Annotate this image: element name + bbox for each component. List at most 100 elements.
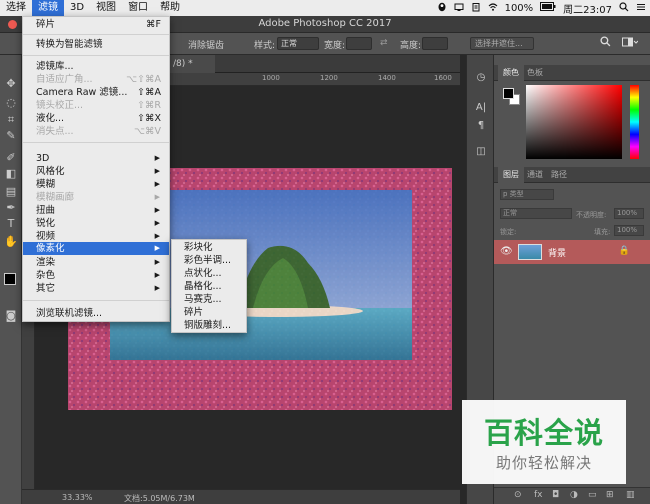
document-tab[interactable]: /8) * xyxy=(170,55,215,73)
paragraph-icon[interactable]: ¶ xyxy=(474,119,488,133)
submenu-item-mezzotint[interactable]: 铜版雕刻... xyxy=(172,319,246,332)
battery-icon[interactable] xyxy=(540,2,556,14)
submenu-item-fragment[interactable]: 碎片 xyxy=(172,306,246,319)
adjustment-icon[interactable]: ◑ xyxy=(570,490,578,500)
qq-icon[interactable] xyxy=(437,2,447,15)
lasso-tool-icon[interactable]: ◌ xyxy=(4,96,18,110)
submenu-item-mosaic[interactable]: 马赛克... xyxy=(172,293,246,306)
fill-input[interactable]: 100% xyxy=(614,225,644,236)
battery-percent: 100% xyxy=(504,2,534,14)
eyedropper-tool-icon[interactable]: ✎ xyxy=(4,129,18,143)
menu-item-browse-online-filters[interactable]: 浏览联机滤镜... xyxy=(23,307,169,320)
foreground-color-swatch[interactable] xyxy=(4,273,16,285)
group-icon[interactable]: ▭ xyxy=(588,490,597,500)
quick-mask-icon[interactable]: ◙ xyxy=(4,309,18,323)
menu-item-sharpen[interactable]: 锐化 ▶ xyxy=(23,217,169,230)
menu-item-label: 模糊 xyxy=(36,179,56,190)
menu-item-label: 液化... xyxy=(36,113,65,124)
tab-swatches[interactable]: 色板 xyxy=(522,65,548,81)
opacity-label: 不透明度: xyxy=(576,211,607,219)
width-input[interactable] xyxy=(346,37,372,50)
wifi-icon[interactable] xyxy=(488,2,498,15)
menu-item-distort[interactable]: 扭曲 ▶ xyxy=(23,204,169,217)
menu-item-blur[interactable]: 模糊 ▶ xyxy=(23,178,169,191)
menu-item-pixelate[interactable]: 像素化 ▶ xyxy=(23,242,169,255)
height-input[interactable] xyxy=(422,37,448,50)
submenu-item-pointillize[interactable]: 点状化... xyxy=(172,267,246,280)
tab-layers[interactable]: 图层 xyxy=(498,167,524,183)
submenu-arrow-icon: ▶ xyxy=(154,244,160,252)
brush-tool-icon[interactable]: ✐ xyxy=(4,151,18,165)
link-layers-icon[interactable]: ⊙ xyxy=(514,490,522,500)
move-tool-icon[interactable]: ✥ xyxy=(4,77,18,91)
antialias-checkbox-label[interactable]: 消除锯齿 xyxy=(188,38,224,51)
submenu-item-color-halftone[interactable]: 彩色半调... xyxy=(172,254,246,267)
mac-menu-bar: 选择 滤镜 3D 视图 窗口 帮助 100% 周二23:07 xyxy=(0,0,650,16)
fill-label: 填充: xyxy=(594,228,611,236)
menu-view[interactable]: 视图 xyxy=(90,0,122,16)
layer-row[interactable]: 👁 背景 🔒 xyxy=(494,240,650,264)
tab-channels[interactable]: 通道 xyxy=(522,167,548,183)
layer-name[interactable]: 背景 xyxy=(548,246,566,259)
clipboard-icon[interactable] xyxy=(471,2,481,15)
menu-3d[interactable]: 3D xyxy=(64,0,90,16)
menu-select[interactable]: 选择 xyxy=(0,0,32,16)
style-label: 样式: xyxy=(254,41,276,51)
fx-icon[interactable]: fx xyxy=(534,490,543,500)
menu-item-other[interactable]: 其它 ▶ xyxy=(23,282,169,295)
layer-kind-filter[interactable]: p 类型 xyxy=(500,189,554,200)
menu-separator xyxy=(23,55,169,56)
menu-item-render[interactable]: 渲染 ▶ xyxy=(23,256,169,269)
trash-icon[interactable]: ▥ xyxy=(626,490,635,500)
menu-item-adaptive-wide-angle: 自适应广角... ⌥⇧⌘A xyxy=(23,73,169,86)
opacity-input[interactable]: 100% xyxy=(614,208,644,219)
hand-tool-icon[interactable]: ✋ xyxy=(4,235,18,249)
menu-item-filter-gallery[interactable]: 滤镜库... xyxy=(23,60,169,73)
swap-icon[interactable]: ⇄ xyxy=(380,38,388,48)
menu-window[interactable]: 窗口 xyxy=(122,0,154,16)
properties-icon[interactable]: ◫ xyxy=(474,145,488,159)
new-layer-icon[interactable]: ⊞ xyxy=(606,490,614,500)
color-picker-field[interactable] xyxy=(526,85,622,159)
search-icon[interactable] xyxy=(619,1,629,15)
submenu-item-crystallize[interactable]: 晶格化... xyxy=(172,280,246,293)
document-size[interactable]: 文档:5.05M/6.73M xyxy=(124,493,195,504)
menu-item-stylize[interactable]: 风格化 ▶ xyxy=(23,165,169,178)
history-icon[interactable]: ◷ xyxy=(474,71,488,85)
zoom-level[interactable]: 33.33% xyxy=(62,493,93,502)
tab-color[interactable]: 颜色 xyxy=(498,65,524,81)
submenu-arrow-icon: ▶ xyxy=(154,180,160,188)
search-icon[interactable] xyxy=(600,36,611,50)
select-and-mask-button[interactable]: 选择并遮住... xyxy=(470,37,534,50)
menu-item-fragment[interactable]: 碎片 ⌘F xyxy=(23,18,169,31)
eraser-tool-icon[interactable]: ◧ xyxy=(4,167,18,181)
style-select[interactable]: 正常 xyxy=(277,37,319,50)
workspace-icon[interactable] xyxy=(622,37,639,51)
mask-icon[interactable]: ◘ xyxy=(552,490,559,500)
menu-filter[interactable]: 滤镜 xyxy=(32,0,64,16)
submenu-item-facet[interactable]: 彩块化 xyxy=(172,241,246,254)
tab-paths[interactable]: 路径 xyxy=(546,167,572,183)
menu-item-3d[interactable]: 3D ▶ xyxy=(23,152,169,165)
text-tool-icon[interactable]: T xyxy=(4,217,18,231)
ruler-tick-label: 1400 xyxy=(378,74,396,82)
color-panel-tabs: 颜色 色板 xyxy=(494,65,650,81)
pen-tool-icon[interactable]: ✒ xyxy=(4,201,18,215)
menu-item-convert-smart-filter[interactable]: 转换为智能滤镜 xyxy=(23,38,169,51)
menu-list-icon[interactable] xyxy=(636,2,646,15)
menu-item-noise[interactable]: 杂色 ▶ xyxy=(23,269,169,282)
eye-icon[interactable]: 👁 xyxy=(500,246,513,257)
display-icon[interactable] xyxy=(454,2,464,15)
clock-text[interactable]: 周二23:07 xyxy=(563,1,612,16)
menu-item-camera-raw[interactable]: Camera Raw 滤镜... ⇧⌘A xyxy=(23,86,169,99)
submenu-arrow-icon: ▶ xyxy=(154,219,160,227)
foreground-color[interactable] xyxy=(503,88,514,99)
menu-item-liquify[interactable]: 液化... ⇧⌘X xyxy=(23,112,169,125)
menu-help[interactable]: 帮助 xyxy=(154,0,186,16)
gradient-tool-icon[interactable]: ▤ xyxy=(4,185,18,199)
character-icon[interactable]: A| xyxy=(474,101,488,115)
blend-mode-select[interactable]: 正常 xyxy=(500,208,572,219)
hue-slider[interactable] xyxy=(630,85,639,159)
crop-tool-icon[interactable]: ⌗ xyxy=(4,113,18,127)
menu-separator xyxy=(23,300,169,301)
